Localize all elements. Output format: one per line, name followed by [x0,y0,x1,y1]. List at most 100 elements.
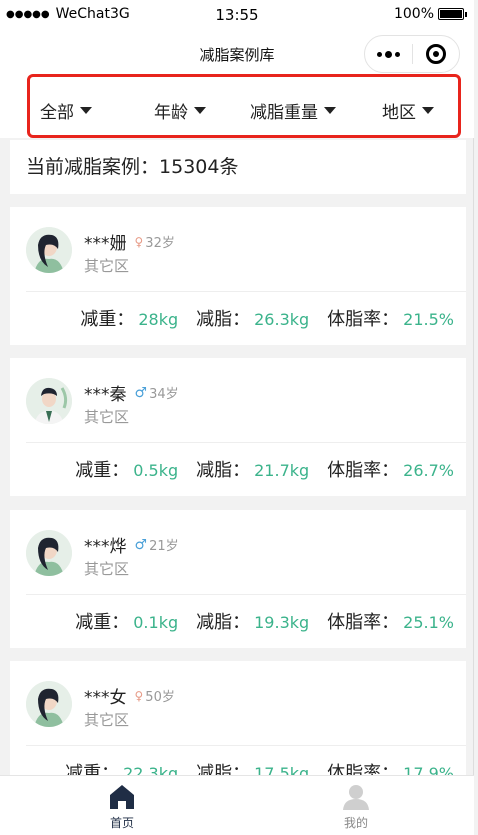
stat-bodyfat: 体脂率： 25.1% [327,608,454,634]
male-icon: ♂ [134,384,148,401]
caret-down-icon [324,107,336,114]
target-icon [425,44,446,64]
male-icon: ♂ [134,536,148,553]
dot-icon [385,50,392,58]
stat-label: 减重： [80,309,135,330]
filter-label: 全部 [40,103,74,123]
filter-label: 地区 [382,103,416,123]
tab-mine[interactable]: 我的 [326,784,386,831]
user-icon [343,785,369,810]
stat-value: 0.1kg [133,613,179,632]
stat-value: 0.5kg [133,461,179,480]
stat-label: 体脂率： [327,612,400,633]
close-button[interactable] [413,44,459,64]
stats-row: 减重： 28kg 减脂： 26.3kg 体脂率： 21.5% [62,305,454,331]
case-card[interactable]: ***烨 ♂ 21岁 其它区 减重： 0.1kg 减脂： 19.3kg 体脂率： 25… [10,510,466,648]
divider [26,442,466,443]
nav-bar: 减脂案例库 [0,30,474,78]
female-icon: ♀ [134,688,144,703]
stat-label: 减脂： [196,612,251,633]
filter-label: 减脂重量 [250,103,318,123]
stat-label: 减脂： [196,460,251,481]
case-count-value: 15304条 [159,156,239,178]
region-label: 其它区 [84,408,130,426]
case-name: ***姗 [84,234,127,254]
case-name: ***烨 [84,537,127,557]
age-badge: ♀ 32岁 [134,232,175,252]
case-count: 当前减脂案例：15304条 [10,140,466,194]
stat-fat: 减脂： 26.3kg [196,305,309,331]
case-name: ***秦 [84,385,127,405]
stat-weight: 减重： 28kg [80,305,178,331]
tab-home[interactable]: 首页 [92,784,152,831]
battery-percent: 100% [393,6,434,22]
region-label: 其它区 [84,257,130,275]
stat-bodyfat: 体脂率： 26.7% [327,456,454,482]
battery-group: 100% [393,6,467,22]
filter-fat-loss[interactable]: 减脂重量 [250,98,336,123]
stats-row: 减重： 0.5kg 减脂： 21.7kg 体脂率： 26.7% [57,456,454,482]
divider [26,745,466,746]
phone-frame: ●●●●● WeChat3G 13:55 100% 减脂案例库 全部 年龄 减脂… [0,0,474,835]
battery-icon [438,8,467,20]
filter-label: 年龄 [154,103,188,123]
stat-value: 28kg [138,310,179,329]
caret-down-icon [80,107,92,114]
stat-value: 25.1% [403,613,454,632]
filter-region[interactable]: 地区 [382,98,434,123]
case-card[interactable]: ***姗 ♀ 32岁 其它区 减重： 28kg 减脂： 26.3kg 体脂率： 21.… [10,207,466,345]
age-badge: ♀ 50岁 [134,686,175,706]
stat-weight: 减重： 0.1kg [75,608,178,634]
home-icon [110,785,134,809]
filter-all[interactable]: 全部 [40,98,92,123]
avatar [26,681,72,727]
stat-fat: 减脂： 19.3kg [196,608,309,634]
filter-bar: 全部 年龄 减脂重量 地区 [0,78,474,138]
stat-label: 减脂： [196,309,251,330]
status-bar: ●●●●● WeChat3G 13:55 100% [0,0,474,30]
age-value: 32岁 [145,236,175,251]
age-badge: ♂ 21岁 [134,535,179,555]
caret-down-icon [422,107,434,114]
region-label: 其它区 [84,711,130,729]
tab-bar: 首页 我的 [0,775,474,835]
name-line: ***秦 ♂ 34岁 [84,380,179,406]
stat-weight: 减重： 0.5kg [75,456,178,482]
mini-program-capsule [364,35,460,73]
stat-value: 26.3kg [254,310,310,329]
age-value: 50岁 [145,690,175,705]
caret-down-icon [194,107,206,114]
stat-value: 21.5% [403,310,454,329]
case-card[interactable]: ***秦 ♂ 34岁 其它区 减重： 0.5kg 减脂： 21.7kg 体脂率： 26… [10,358,466,496]
stat-label: 体脂率： [327,460,400,481]
more-button[interactable] [365,50,412,58]
dot-icon [377,51,382,57]
stats-row: 减重： 0.1kg 减脂： 19.3kg 体脂率： 25.1% [57,608,454,634]
stat-label: 减重： [75,612,130,633]
avatar [26,227,72,273]
case-name: ***女 [84,688,127,708]
region-label: 其它区 [84,560,130,578]
stat-label: 减重： [75,460,130,481]
dot-icon [395,51,400,57]
stat-fat: 减脂： 21.7kg [196,456,309,482]
stat-value: 21.7kg [254,461,310,480]
tab-label: 首页 [109,816,134,830]
stat-value: 19.3kg [254,613,310,632]
avatar [26,530,72,576]
tab-label: 我的 [343,816,368,830]
age-badge: ♂ 34岁 [134,383,179,403]
name-line: ***烨 ♂ 21岁 [84,532,179,558]
case-count-label: 当前减脂案例： [26,156,160,178]
filter-age[interactable]: 年龄 [154,98,206,123]
age-value: 21岁 [149,539,179,554]
divider [26,291,466,292]
name-line: ***女 ♀ 50岁 [84,683,175,708]
female-icon: ♀ [134,234,144,249]
stat-value: 26.7% [403,461,454,480]
stat-label: 体脂率： [327,309,400,330]
age-value: 34岁 [149,387,179,402]
avatar [26,378,72,424]
divider [26,594,466,595]
name-line: ***姗 ♀ 32岁 [84,229,175,254]
